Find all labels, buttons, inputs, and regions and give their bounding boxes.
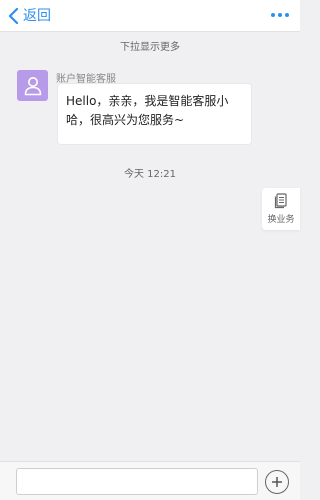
message-bubble: Hello，亲亲，我是智能客服小哈，很高兴为您服务~ (58, 84, 251, 144)
switch-business-button[interactable]: 换业务 (262, 188, 300, 230)
document-icon (274, 193, 287, 209)
add-attachment-button[interactable] (265, 470, 289, 494)
back-button[interactable]: 返回 (8, 5, 51, 27)
back-label: 返回 (23, 8, 51, 24)
message-input-bar (0, 461, 300, 500)
chevron-left-icon (8, 8, 19, 24)
more-dots-icon (271, 13, 289, 17)
avatar[interactable] (17, 70, 48, 101)
sender-name: 账户智能客服 (56, 74, 116, 85)
user-icon (24, 76, 41, 95)
message-input[interactable] (16, 468, 258, 495)
more-button[interactable] (270, 7, 290, 23)
switch-business-label: 换业务 (267, 215, 295, 225)
chat-screen: 返回 下拉显示更多 账户智能客服 Hello，亲亲，我是智能客服小哈，很高兴为您… (0, 0, 300, 500)
plus-icon (272, 477, 282, 487)
message-timestamp: 今天 12:21 (124, 169, 176, 180)
pull-to-load-hint[interactable]: 下拉显示更多 (0, 38, 300, 53)
top-nav-bar: 返回 (0, 0, 300, 32)
